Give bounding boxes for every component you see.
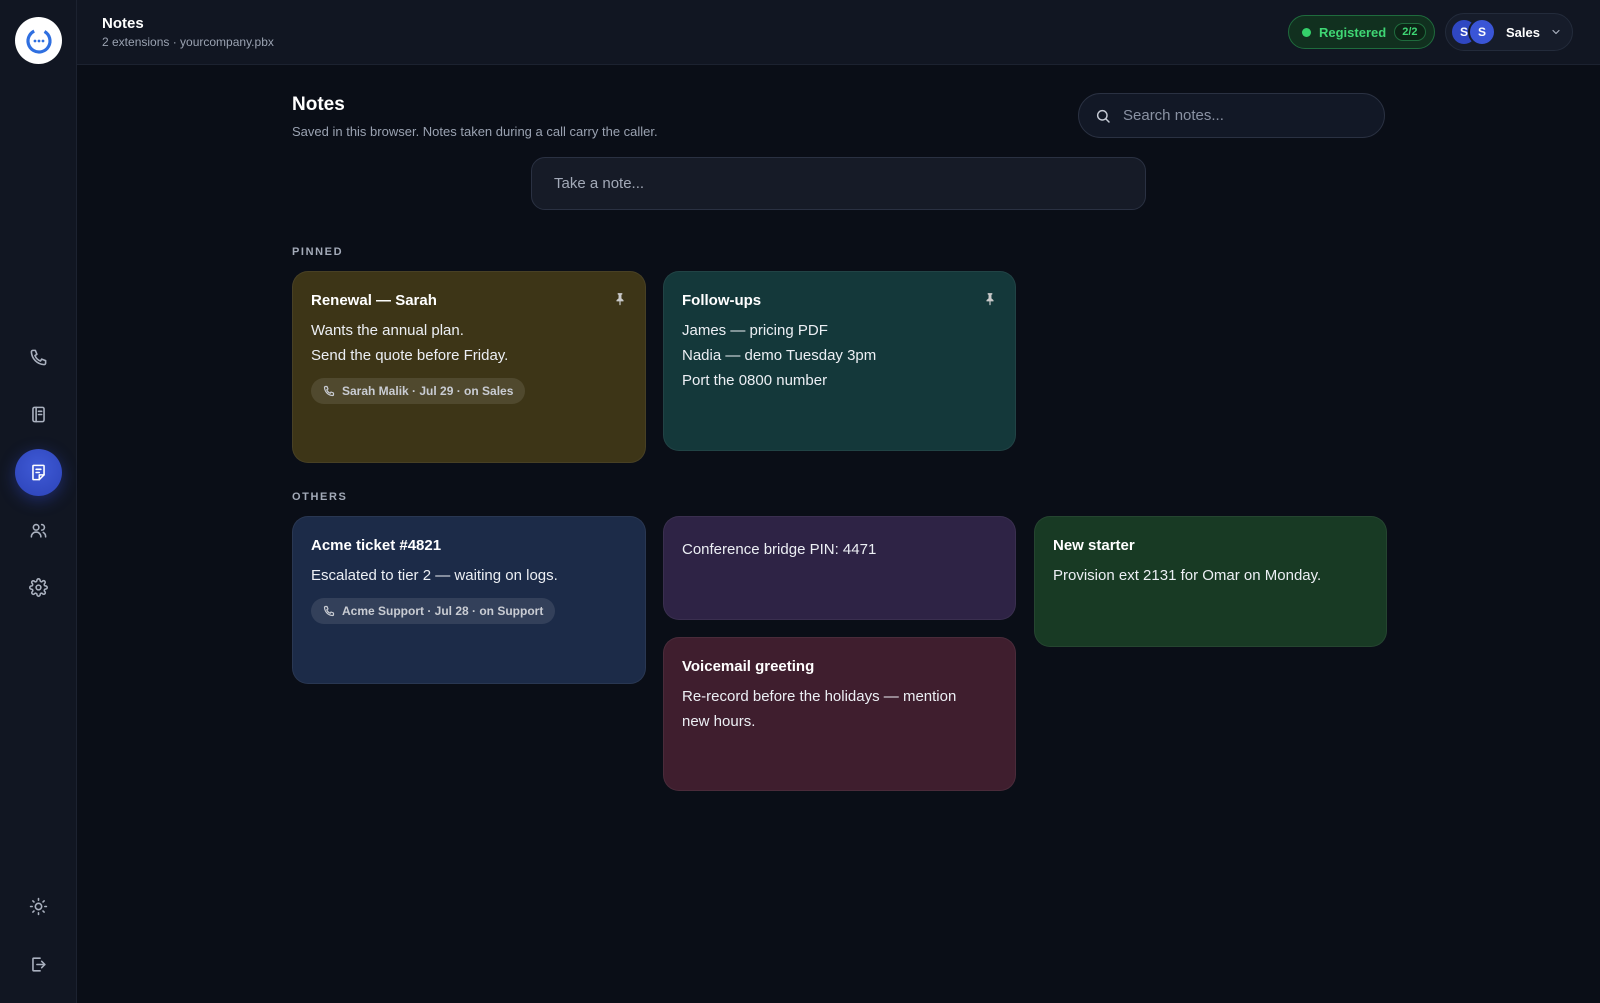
note-title: New starter [1053, 537, 1135, 554]
sidebar [0, 0, 77, 1003]
search-input[interactable] [1123, 107, 1363, 124]
note-line: Port the 0800 number [682, 372, 828, 389]
phone-icon [30, 349, 47, 366]
note-line: Re-record before the holidays — mention [682, 688, 957, 705]
note-line: new hours. [682, 713, 756, 730]
note-title: Voicemail greeting [682, 658, 815, 675]
caller-chip[interactable]: Sarah Malik · Jul 29 · on Sales [311, 378, 526, 404]
search-box [1078, 93, 1385, 138]
logout-icon [32, 957, 46, 972]
note-card-new-starter[interactable]: New starter Provision ext 2131 for Omar … [1034, 516, 1387, 647]
note-line: Wants the annual plan. [311, 322, 464, 339]
caller-chip-label: Acme Support · Jul 28 · on Support [342, 604, 544, 618]
note-line: James — pricing PDF [682, 322, 828, 339]
page-subtitle: Saved in this browser. Notes taken durin… [292, 124, 658, 139]
sidebar-item-contacts[interactable] [15, 391, 62, 438]
pin-icon[interactable] [613, 292, 627, 306]
note-body: Provision ext 2131 for Omar on Monday. [1053, 563, 1368, 588]
address-book-icon [32, 406, 45, 423]
logo-icon [25, 27, 52, 54]
note-title: Renewal — Sarah [311, 292, 437, 309]
avatar: S [1468, 18, 1496, 46]
note-line: Provision ext 2131 for Omar on Monday. [1053, 567, 1322, 584]
search-icon [1096, 109, 1110, 123]
header-title: Notes [102, 15, 144, 32]
caller-chip-label: Sarah Malik · Jul 29 · on Sales [342, 384, 514, 398]
pinned-section-label: PINNED [292, 246, 344, 258]
note-line: Conference bridge PIN: 4471 [682, 541, 877, 558]
sidebar-item-phone[interactable] [15, 334, 62, 381]
note-body: Conference bridge PIN: 4471 [682, 537, 997, 562]
caller-chip[interactable]: Acme Support · Jul 28 · on Support [311, 598, 556, 624]
note-body: Wants the annual plan. Send the quote be… [311, 318, 627, 368]
note-card-voicemail[interactable]: Voicemail greeting Re-record before the … [663, 637, 1016, 791]
status-label: Registered [1319, 24, 1387, 40]
page-title: Notes [292, 94, 345, 115]
note-card-followups[interactable]: Follow-ups James — pricing PDF Nadia — d… [663, 271, 1016, 451]
note-card-acme[interactable]: Acme ticket #4821 Escalated to tier 2 — … [292, 516, 646, 684]
account-name: Sales [1506, 24, 1540, 40]
phone-icon [323, 605, 335, 617]
note-body: Re-record before the holidays — mention … [682, 684, 997, 734]
chevron-down-icon [1552, 29, 1560, 35]
note-body: Escalated to tier 2 — waiting on logs. [311, 563, 627, 588]
note-body: James — pricing PDF Nadia — demo Tuesday… [682, 318, 997, 393]
logout-button[interactable] [15, 941, 62, 988]
note-line: Escalated to tier 2 — waiting on logs. [311, 567, 558, 584]
note-card-bridge[interactable]: Conference bridge PIN: 4471 [663, 516, 1016, 620]
sidebar-item-team[interactable] [15, 507, 62, 554]
note-card-renewal[interactable]: Renewal — Sarah Wants the annual plan. S… [292, 271, 646, 463]
note-title: Follow-ups [682, 292, 762, 309]
sidebar-item-settings[interactable] [15, 564, 62, 611]
note-line: Send the quote before Friday. [311, 347, 509, 364]
top-bar: Notes 2 extensions · yourcompany.pbx Reg… [77, 0, 1600, 65]
pin-icon[interactable] [983, 292, 997, 306]
note-line: Nadia — demo Tuesday 3pm [682, 347, 877, 364]
users-icon [30, 523, 47, 538]
note-title: Acme ticket #4821 [311, 537, 442, 554]
header-subtitle: 2 extensions · yourcompany.pbx [102, 35, 274, 49]
status-count: 2/2 [1394, 23, 1426, 41]
status-dot-icon [1302, 27, 1311, 37]
notes-icon [32, 464, 45, 481]
note-composer-input[interactable] [554, 175, 1114, 192]
sun-icon [29, 897, 48, 916]
theme-toggle-button[interactable] [15, 883, 62, 930]
note-composer [531, 157, 1146, 210]
phone-icon [323, 385, 335, 397]
others-section-label: OTHERS [292, 491, 348, 503]
account-switcher[interactable]: S S Sales [1445, 13, 1573, 51]
app-root: Notes 2 extensions · yourcompany.pbx Reg… [0, 0, 1600, 1003]
sidebar-item-notes[interactable] [15, 449, 62, 496]
gear-icon [29, 578, 48, 597]
registration-status-badge[interactable]: Registered 2/2 [1288, 15, 1435, 49]
app-logo[interactable] [15, 17, 62, 64]
